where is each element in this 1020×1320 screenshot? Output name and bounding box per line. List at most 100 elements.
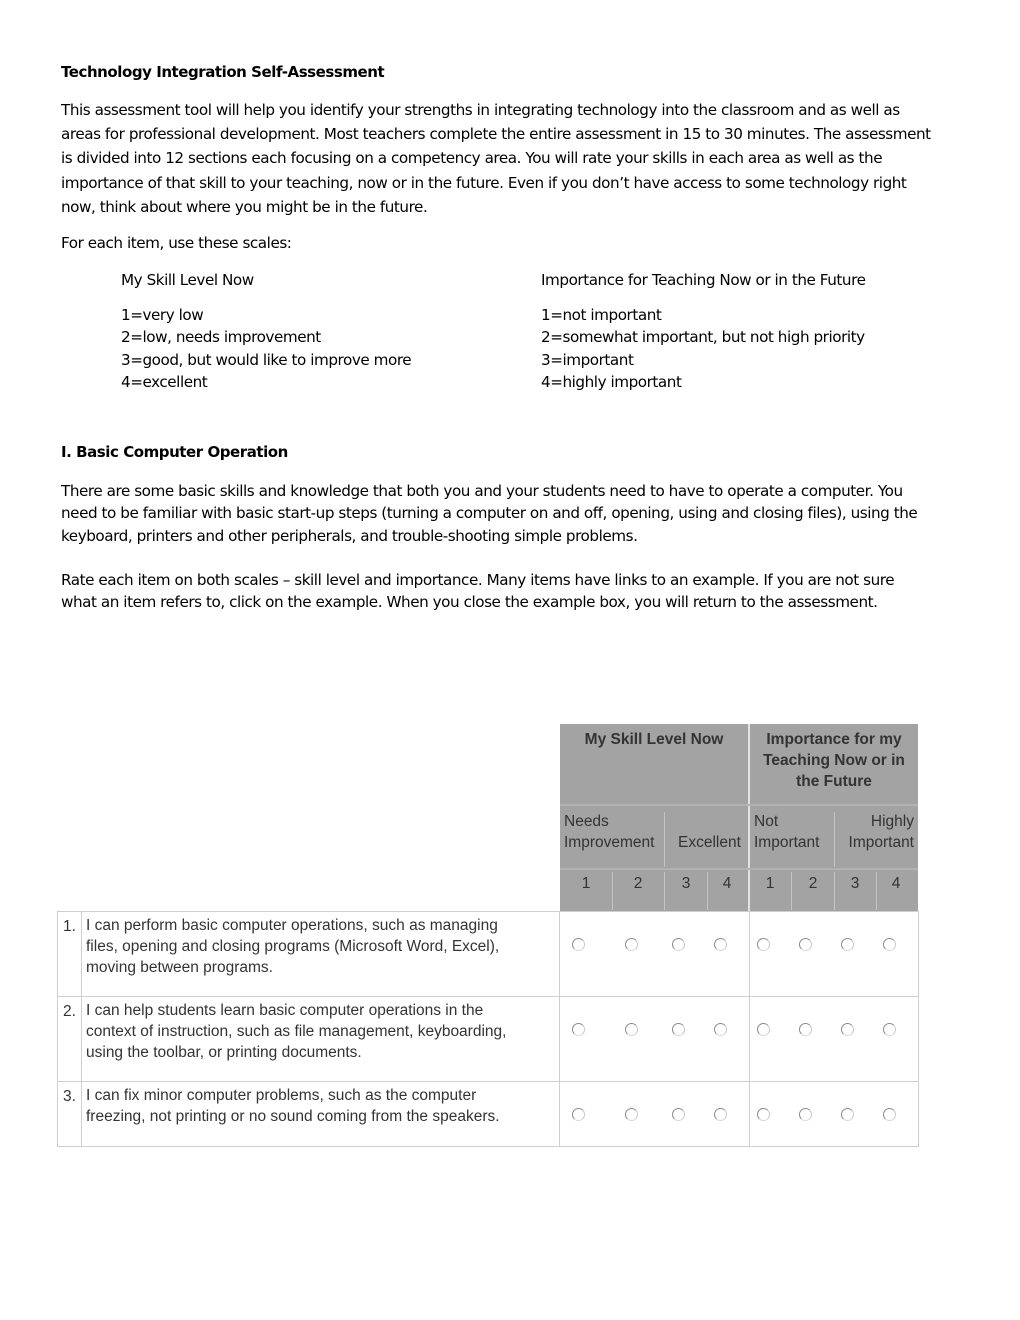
item-text-line: freezing, not printing or no sound comin…: [86, 1107, 500, 1125]
skill-radio-2[interactable]: [625, 1023, 638, 1036]
item-number: 2.: [63, 1003, 76, 1020]
intro-line: importance of that skill to your teachin…: [61, 173, 907, 192]
header-divider: [664, 872, 665, 910]
skill-rating-number: 1: [581, 875, 591, 892]
item-number: 3.: [63, 1088, 76, 1105]
importance-radio-2[interactable]: [799, 1023, 812, 1036]
item-number-cell: 1.: [57, 911, 82, 997]
skill-scale: My Skill Level Now 1=very low 2=low, nee…: [121, 271, 412, 394]
skill-low-label-line: Improvement: [564, 834, 655, 851]
header-divider: [560, 804, 918, 806]
skill-low-label: Needs Improvement: [564, 811, 654, 853]
section-instructions: Rate each item on both scales – skill le…: [61, 569, 895, 614]
skill-scale-item: 3=good, but would like to improve more: [121, 350, 412, 369]
intro-paragraph: This assessment tool will help you ident…: [61, 98, 931, 219]
skill-radio-4[interactable]: [714, 938, 727, 951]
importance-scale-item: 2=somewhat important, but not high prior…: [541, 328, 865, 347]
skill-low-label-line: Needs: [564, 813, 609, 830]
description-line: keyboard, printers and other peripherals…: [61, 526, 638, 545]
header-divider: [664, 812, 665, 867]
importance-high-label-line: Highly: [870, 813, 914, 830]
item-text-cell: I can perform basic computer operations,…: [81, 911, 560, 997]
skill-radio-4[interactable]: [714, 1108, 727, 1121]
importance-radio-2[interactable]: [799, 938, 812, 951]
importance-radio-1[interactable]: [757, 1023, 770, 1036]
importance-high-label: Highly Important: [849, 811, 914, 853]
item-number: 1.: [63, 918, 76, 935]
header-divider: [876, 872, 877, 910]
header-divider: [791, 872, 792, 910]
importance-radio-1[interactable]: [757, 1108, 770, 1121]
skill-radio-3[interactable]: [672, 938, 685, 951]
importance-rating-number: 1: [765, 875, 775, 892]
importance-header-line: the Future: [796, 773, 872, 790]
item-text-line: context of instruction, such as file man…: [86, 1022, 507, 1040]
importance-low-label-line: Important: [754, 834, 820, 851]
importance-rating-number: 3: [850, 875, 860, 892]
importance-high-label-line: Important: [848, 834, 914, 851]
importance-scale: Importance for Teaching Now or in the Fu…: [541, 271, 866, 394]
skill-scale-item: 4=excellent: [121, 373, 208, 392]
skill-radio-1[interactable]: [572, 938, 585, 951]
importance-scale-heading: Importance for Teaching Now or in the Fu…: [541, 271, 866, 289]
item-text-line: I can perform basic computer operations,…: [86, 917, 498, 934]
header-divider: [612, 872, 613, 910]
description-line: There are some basic skills and knowledg…: [61, 482, 903, 500]
importance-header-line: Importance for my: [766, 731, 902, 748]
item-text-line: I can fix minor computer problems, such …: [86, 1087, 477, 1104]
importance-scale-item: 3=important: [541, 350, 634, 369]
intro-line: now, think about where you might be in t…: [61, 197, 428, 216]
scales-intro: For each item, use these scales:: [61, 234, 292, 252]
item-number-cell: 3.: [57, 1081, 82, 1147]
importance-rating-cell: [749, 911, 919, 997]
intro-line: This assessment tool will help you ident…: [61, 101, 900, 119]
item-number-cell: 2.: [57, 996, 82, 1082]
skill-rating-cell: [559, 996, 750, 1082]
importance-radio-3[interactable]: [841, 938, 854, 951]
skill-high-label: Excellent: [678, 834, 741, 851]
item-text-line: using the toolbar, or printing documents…: [86, 1043, 362, 1061]
skill-header-title: My Skill Level Now: [584, 731, 724, 748]
item-text-cell: I can help students learn basic computer…: [81, 996, 560, 1082]
importance-radio-3[interactable]: [841, 1023, 854, 1036]
skill-rating-number: 2: [633, 875, 643, 892]
skill-rating-number: 3: [681, 875, 691, 892]
importance-scale-item: 4=highly important: [541, 373, 682, 392]
importance-rating-number: 4: [891, 875, 901, 892]
intro-line: areas for professional development. Most…: [61, 125, 931, 144]
section-description: There are some basic skills and knowledg…: [61, 480, 918, 547]
importance-radio-3[interactable]: [841, 1108, 854, 1121]
instructions-line: Rate each item on both scales – skill le…: [61, 571, 895, 589]
importance-rating-cell: [749, 996, 919, 1082]
importance-radio-4[interactable]: [883, 1108, 896, 1121]
page-title: Technology Integration Self-Assessment: [61, 63, 385, 81]
skill-radio-1[interactable]: [572, 1108, 585, 1121]
importance-low-label-line: Not: [754, 813, 779, 830]
importance-radio-4[interactable]: [883, 938, 896, 951]
importance-radio-4[interactable]: [883, 1023, 896, 1036]
importance-radio-1[interactable]: [757, 938, 770, 951]
intro-line: is divided into 12 sections each focusin…: [61, 149, 883, 168]
item-text-line: I can help students learn basic computer…: [86, 1002, 484, 1019]
skill-radio-1[interactable]: [572, 1023, 585, 1036]
importance-low-label: Not Important: [754, 811, 819, 853]
description-line: need to be familiar with basic start-up …: [61, 504, 918, 523]
skill-radio-2[interactable]: [625, 1108, 638, 1121]
instructions-line: what an item refers to, click on the exa…: [61, 593, 878, 612]
skill-scale-item: 2=low, needs improvement: [121, 328, 321, 347]
importance-rating-number: 2: [808, 875, 818, 892]
skill-radio-2[interactable]: [625, 938, 638, 951]
importance-header-line: Teaching Now or in: [763, 752, 905, 769]
skill-radio-4[interactable]: [714, 1023, 727, 1036]
item-text-cell: I can fix minor computer problems, such …: [81, 1081, 560, 1147]
header-divider: [834, 812, 835, 867]
header-divider: [707, 872, 708, 910]
skill-radio-3[interactable]: [672, 1023, 685, 1036]
header-divider: [834, 872, 835, 910]
importance-header-title: Importance for my Teaching Now or in the…: [750, 729, 918, 792]
skill-radio-3[interactable]: [672, 1108, 685, 1121]
skill-scale-item: 1=very low: [121, 306, 204, 324]
importance-scale-item: 1=not important: [541, 306, 662, 324]
skill-rating-cell: [559, 911, 750, 997]
importance-radio-2[interactable]: [799, 1108, 812, 1121]
